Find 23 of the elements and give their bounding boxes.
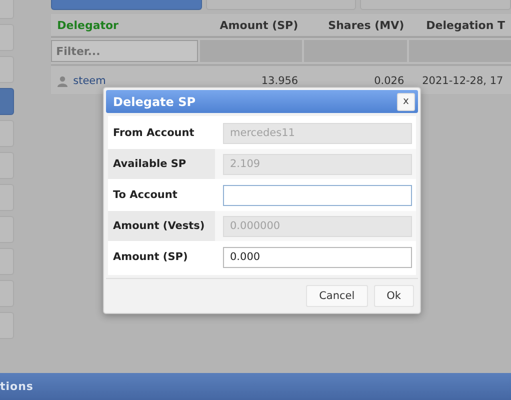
input-field[interactable]: 0.000 <box>223 246 412 268</box>
table-cell-text: 2021-12-28, 17 <box>421 75 504 87</box>
close-button[interactable]: x <box>397 92 415 110</box>
sidebar-item[interactable] <box>0 88 14 115</box>
dialog-title: Delegate SP <box>113 94 196 108</box>
field-label: To Account <box>112 189 178 201</box>
field-label: Amount (Vests) <box>112 220 206 232</box>
user-icon <box>57 76 68 86</box>
cancel-button[interactable]: Cancel <box>306 285 368 307</box>
bar-title: tions <box>0 380 34 393</box>
field-label: Amount (SP) <box>112 251 189 263</box>
user-link[interactable]: steem <box>73 75 106 87</box>
field-label: Available SP <box>112 158 188 170</box>
ok-button[interactable]: Ok <box>374 285 414 307</box>
table-cell-text: 13.956 <box>260 75 300 87</box>
tab[interactable] <box>51 0 202 10</box>
field-label: From Account <box>112 127 196 139</box>
column-header[interactable]: Shares (MV) <box>304 18 410 32</box>
input-field[interactable] <box>223 184 412 206</box>
table-cell-text: 0.026 <box>373 75 406 87</box>
column-header[interactable]: Amount (SP) <box>198 18 304 32</box>
column-header[interactable]: Delegation T <box>410 18 511 32</box>
filter-field[interactable]: Filter... <box>51 40 198 62</box>
